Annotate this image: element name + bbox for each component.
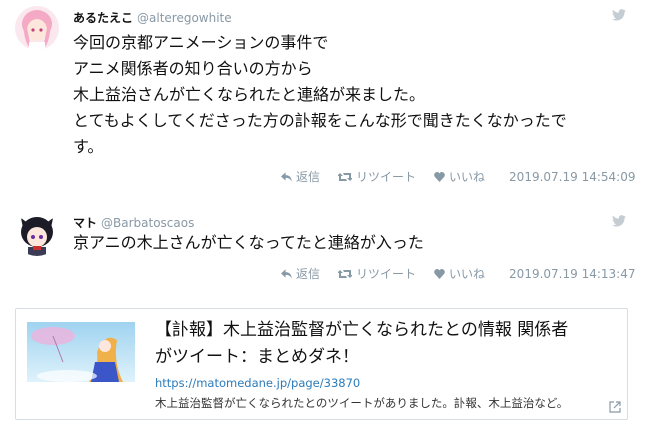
reply-button[interactable]: 返信 — [281, 168, 320, 185]
tweet-actions: 返信 リツイート いいね 2019.07.19 14:54:09 — [281, 168, 635, 185]
retweet-label: リツイート — [356, 170, 417, 184]
retweet-label: リツイート — [356, 267, 417, 281]
reply-button[interactable]: 返信 — [281, 265, 320, 282]
handle[interactable]: @Barbatoscaos — [101, 216, 194, 230]
card-thumbnail[interactable] — [27, 322, 135, 382]
reply-icon — [281, 268, 292, 279]
card-title[interactable]: 【訃報】木上益治監督が亡くなられたとの情報 関係者 がツイート：まとめダネ！ — [155, 317, 568, 371]
tweet: あるたえこ @alteregowhite 今回の京都アニメーションの事件で アニメ… — [0, 0, 646, 200]
tweet-text: 京アニの木上さんが亡くなってたと連絡が入った — [73, 230, 424, 256]
reply-label: 返信 — [296, 267, 321, 281]
twitter-bird-icon[interactable] — [612, 215, 626, 227]
like-button[interactable]: いいね — [434, 168, 485, 185]
tweet: マト @Barbatoscaos 京アニの木上さんが亡くなってたと連絡が入った 返… — [0, 200, 646, 300]
timestamp[interactable]: 2019.07.19 14:13:47 — [509, 267, 635, 281]
retweet-button[interactable]: リツイート — [338, 265, 416, 282]
retweet-button[interactable]: リツイート — [338, 168, 416, 185]
tweet-text-line: 今回の京都アニメーションの事件で — [73, 33, 329, 52]
card-title-line: がツイート：まとめダネ！ — [155, 347, 359, 367]
like-label: いいね — [449, 267, 486, 281]
reply-label: 返信 — [296, 170, 321, 184]
timestamp[interactable]: 2019.07.19 14:54:09 — [509, 170, 635, 184]
tweet-text-line: 京アニの木上さんが亡くなってたと連絡が入った — [73, 233, 424, 252]
tweet-text-line: アニメ関係者の知り合いの方から — [73, 59, 313, 78]
retweet-icon — [338, 172, 353, 181]
link-card[interactable]: 【訃報】木上益治監督が亡くなられたとの情報 関係者 がツイート：まとめダネ！ h… — [15, 308, 628, 420]
heart-icon — [434, 171, 445, 182]
tweet-text-line: す。 — [73, 137, 104, 156]
avatar[interactable] — [15, 6, 59, 50]
tweet-actions: 返信 リツイート いいね 2019.07.19 14:13:47 — [281, 265, 635, 282]
heart-icon — [434, 268, 445, 279]
reply-icon — [281, 171, 292, 182]
like-label: いいね — [449, 170, 486, 184]
handle[interactable]: @alteregowhite — [137, 11, 232, 25]
card-title-line: 【訃報】木上益治監督が亡くなられたとの情報 関係者 — [155, 320, 569, 340]
tweet-text-line: 木上益治さんが亡くなられたと連絡が来ました。 — [73, 85, 426, 104]
card-url[interactable]: https://matomedane.jp/page/33870 — [155, 376, 360, 390]
tweet-text-line: とてもよくしてくださった方の訃報をこんな形で聞きたくなかったで — [73, 111, 567, 130]
tweet-text: 今回の京都アニメーションの事件で アニメ関係者の知り合いの方から 木上益治さんが… — [73, 30, 567, 160]
card-description: 木上益治監督が亡くなられたとのツイートがありました。訃報、木上益治など。 — [155, 396, 569, 410]
twitter-bird-icon[interactable] — [612, 9, 626, 21]
display-name[interactable]: マト — [73, 216, 97, 230]
retweet-icon — [338, 269, 353, 278]
user-line: あるたえこ @alteregowhite — [73, 9, 232, 26]
user-line: マト @Barbatoscaos — [73, 214, 194, 231]
like-button[interactable]: いいね — [434, 265, 485, 282]
avatar[interactable] — [15, 212, 59, 256]
display-name[interactable]: あるたえこ — [73, 11, 133, 25]
external-link-icon[interactable] — [609, 401, 621, 413]
